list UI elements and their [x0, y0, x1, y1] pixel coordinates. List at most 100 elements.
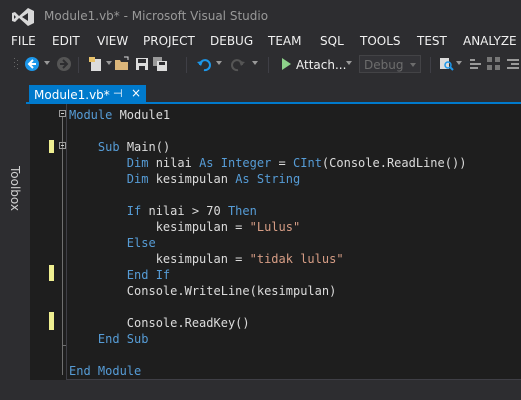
- undo-icon[interactable]: [196, 56, 212, 72]
- collapse-sub-icon[interactable]: [59, 142, 66, 149]
- new-project-icon[interactable]: [88, 56, 104, 72]
- outline-guide-line: [62, 117, 63, 375]
- code-token: kesimpulan =: [69, 220, 250, 234]
- menu-test[interactable]: TEST: [417, 34, 447, 48]
- back-dropdown-icon[interactable]: [44, 61, 50, 65]
- code-token: kesimpulan =: [69, 252, 250, 266]
- code-line: End Module: [69, 364, 141, 378]
- close-icon[interactable]: ×: [131, 87, 143, 99]
- toolbar-separator: [268, 57, 269, 73]
- keyword-token: Then: [227, 204, 257, 218]
- keyword-token: End Sub: [97, 332, 149, 346]
- unsaved-change-marker: [49, 265, 54, 281]
- keyword-token: End Module: [69, 364, 142, 378]
- toolbar-grip-icon[interactable]: [8, 56, 18, 72]
- keyword-token: String: [256, 172, 301, 186]
- save-icon[interactable]: [134, 56, 150, 72]
- menu-bar: FILE EDIT VIEW PROJECT DEBUG TEAM SQL TO…: [0, 31, 521, 51]
- code-line: Console.WriteLine(kesimpulan): [69, 284, 337, 298]
- title-bar: Module1.vb* - Microsoft Visual Studio: [0, 0, 521, 31]
- tab-label: Module1.vb*: [34, 88, 110, 102]
- code-token: Console.WriteLine(kesimpulan): [69, 284, 337, 298]
- save-all-icon[interactable]: [152, 56, 168, 72]
- code-line: End If: [69, 268, 170, 282]
- pin-icon[interactable]: ⊣: [113, 88, 125, 100]
- toolbox-label: Toolbox: [8, 166, 22, 211]
- code-token: nilai > 70: [141, 204, 228, 218]
- code-token: kesimpulan: [148, 172, 236, 186]
- new-dropdown-icon[interactable]: [106, 61, 112, 65]
- chevron-down-icon: [410, 63, 416, 67]
- keyword-token: Sub: [97, 140, 120, 154]
- keyword-token: As: [199, 156, 214, 170]
- solution-configuration-select[interactable]: Debug: [359, 55, 421, 73]
- find-in-files-icon[interactable]: [438, 56, 454, 72]
- find-dropdown-icon[interactable]: [456, 61, 462, 65]
- code-line: Dim nilai As Integer = CInt(Console.Read…: [69, 156, 467, 170]
- menu-debug[interactable]: DEBUG: [210, 34, 253, 48]
- code-line: Else: [69, 236, 156, 250]
- open-file-icon[interactable]: [114, 56, 130, 72]
- keyword-token: Dim: [126, 172, 149, 186]
- decrease-indent-icon[interactable]: [505, 56, 521, 72]
- code-token: nilai: [148, 156, 200, 170]
- code-token: Module1: [112, 108, 171, 122]
- keyword-token: Module: [69, 108, 113, 122]
- editor-horizontal-scroll-area[interactable]: [30, 380, 521, 400]
- code-line: Sub Main(): [69, 140, 170, 154]
- code-line: Module Module1: [69, 108, 170, 122]
- toolbar-separator: [430, 57, 431, 73]
- menu-project[interactable]: PROJECT: [143, 34, 195, 48]
- keyword-token: End If: [126, 268, 171, 282]
- menu-analyze[interactable]: ANALYZE: [463, 34, 517, 48]
- attach-button-label[interactable]: Attach...: [296, 58, 346, 72]
- code-line: If nilai > 70 Then: [69, 204, 257, 218]
- tab-module1-vb[interactable]: Module1.vb* ⊣ ×: [29, 85, 146, 104]
- redo-dropdown-icon[interactable]: [252, 61, 258, 65]
- string-token: "tidak lulus": [249, 252, 344, 266]
- unsaved-change-marker: [49, 140, 54, 153]
- menu-sql[interactable]: SQL: [320, 34, 344, 48]
- code-token: Main(): [119, 140, 171, 154]
- navigate-forward-icon[interactable]: [56, 56, 72, 72]
- code-line: Console.ReadKey(): [69, 316, 250, 330]
- menu-edit[interactable]: EDIT: [52, 34, 80, 48]
- code-line: Dim kesimpulan As String: [69, 172, 300, 186]
- attach-dropdown-icon[interactable]: [346, 61, 352, 65]
- toolbar-separator: [78, 57, 79, 73]
- menu-view[interactable]: VIEW: [97, 34, 128, 48]
- keyword-token: Dim: [126, 156, 149, 170]
- uncomment-lines-icon[interactable]: [486, 56, 502, 72]
- keyword-token: As: [235, 172, 250, 186]
- menu-file[interactable]: FILE: [11, 34, 36, 48]
- configuration-value: Debug: [364, 58, 404, 72]
- start-play-icon[interactable]: [278, 56, 294, 72]
- code-token: Console.ReadKey(): [69, 316, 250, 330]
- code-line: End Sub: [69, 332, 149, 346]
- code-line: kesimpulan = "Lulus": [69, 220, 301, 234]
- menu-tools[interactable]: TOOLS: [360, 34, 401, 48]
- menu-team[interactable]: TEAM: [268, 34, 301, 48]
- string-token: "Lulus": [249, 220, 301, 234]
- undo-dropdown-icon[interactable]: [216, 61, 222, 65]
- code-token: =: [271, 156, 294, 170]
- toolbox-panel-tab[interactable]: Toolbox: [0, 79, 26, 400]
- toolbar-separator: [186, 57, 187, 73]
- code-line: kesimpulan = "tidak lulus": [69, 252, 344, 266]
- keyword-token: CInt: [293, 156, 322, 170]
- navigate-back-icon[interactable]: [24, 56, 40, 72]
- code-token: (Console.ReadLine()): [321, 156, 467, 170]
- keyword-token: Else: [126, 236, 156, 250]
- redo-icon[interactable]: [230, 56, 246, 72]
- comment-lines-icon[interactable]: [468, 56, 484, 72]
- keyword-token: If: [126, 204, 142, 218]
- collapse-module-icon[interactable]: [59, 110, 66, 117]
